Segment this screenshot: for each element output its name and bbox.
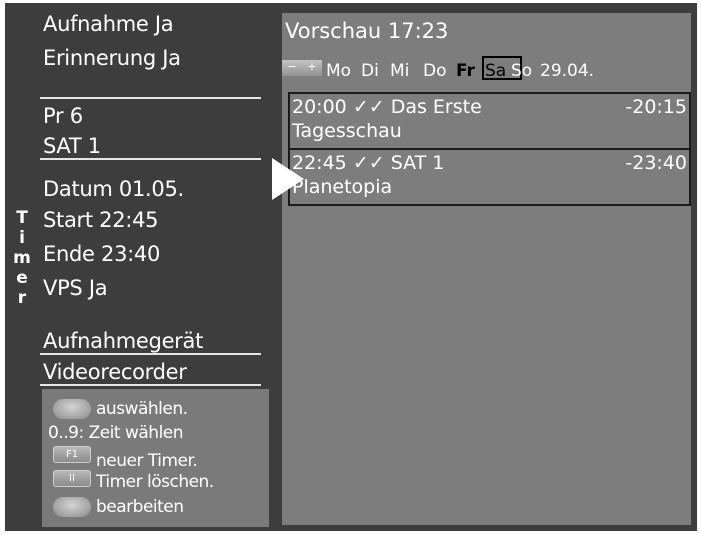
f1-key-icon: F1 — [53, 446, 91, 463]
help-delete-timer: Timer löschen. — [96, 472, 214, 492]
ok-button-icon — [53, 497, 91, 517]
separator — [40, 353, 261, 355]
preview-panel: Vorschau 17:23 − + Mo Di Mi Do Fr Sa So … — [274, 3, 697, 531]
separator — [40, 158, 261, 160]
selection-pointer-icon — [272, 158, 304, 200]
timer-entry[interactable]: 20:00 ✓✓ Das Erste -20:15 Tagesschau — [288, 92, 691, 150]
entry-header: 22:45 ✓✓ SAT 1 — [292, 152, 444, 174]
day-so[interactable]: So — [511, 60, 532, 82]
day-sa[interactable]: Sa — [485, 60, 506, 82]
entry-title: Tagesschau — [292, 120, 402, 142]
recording-setting[interactable]: Aufnahme Ja — [43, 11, 174, 37]
timer-settings-panel: Aufnahme Ja Erinnerung Ja Pr 6 SAT 1 Dat… — [5, 3, 274, 531]
timer-title-letter: m — [13, 248, 31, 268]
minus-key-icon[interactable]: − — [282, 60, 302, 76]
pause-key-icon: II — [53, 470, 91, 487]
day-mi[interactable]: Mi — [390, 60, 409, 82]
timer-title-letter: T — [16, 208, 28, 228]
entry-end-time: -23:40 — [625, 152, 687, 174]
day-do[interactable]: Do — [423, 60, 447, 82]
day-fr[interactable]: Fr — [456, 60, 475, 82]
date-setting[interactable]: Datum 01.05. — [43, 176, 184, 202]
channel-setting[interactable]: SAT 1 — [43, 133, 101, 159]
preview-date: 29.04. — [540, 61, 595, 81]
recording-device-value[interactable]: Videorecorder — [43, 359, 187, 385]
entry-channel: SAT 1 — [390, 152, 445, 174]
entry-check-icon: ✓✓ — [352, 152, 385, 174]
timer-vertical-title: T i m e r — [11, 208, 33, 308]
timer-title-letter: r — [17, 288, 27, 308]
day-di[interactable]: Di — [361, 60, 379, 82]
entry-channel: Das Erste — [390, 96, 482, 118]
preview-area: Vorschau 17:23 − + Mo Di Mi Do Fr Sa So … — [282, 13, 691, 525]
help-time-select: 0..9: Zeit wählen — [48, 423, 184, 443]
entry-check-icon: ✓✓ — [352, 96, 385, 118]
help-new-timer: neuer Timer. — [96, 451, 198, 471]
day-mo[interactable]: Mo — [326, 60, 351, 82]
up-down-arrows-icon — [53, 399, 91, 419]
separator — [40, 97, 261, 99]
vps-setting[interactable]: VPS Ja — [43, 275, 108, 301]
tv-osd-screen: Aufnahme Ja Erinnerung Ja Pr 6 SAT 1 Dat… — [0, 0, 701, 535]
entry-header: 20:00 ✓✓ Das Erste — [292, 96, 482, 118]
reminder-setting[interactable]: Erinnerung Ja — [43, 45, 181, 71]
timer-title-letter: e — [16, 268, 28, 288]
end-time-setting[interactable]: Ende 23:40 — [43, 241, 160, 267]
separator — [40, 384, 261, 386]
help-edit: bearbeiten — [96, 497, 184, 517]
entry-title: Planetopia — [292, 176, 393, 198]
day-selector: − + Mo Di Mi Do Fr Sa So 29.04. — [282, 56, 691, 82]
recording-device-label: Aufnahmegerät — [43, 329, 204, 353]
entry-end-time: -20:15 — [625, 96, 687, 118]
plus-key-icon[interactable]: + — [302, 60, 322, 76]
help-select: auswählen. — [96, 399, 188, 419]
program-number-setting[interactable]: Pr 6 — [43, 103, 83, 129]
help-box: auswählen. 0..9: Zeit wählen F1 neuer Ti… — [42, 389, 269, 527]
start-time-setting[interactable]: Start 22:45 — [43, 207, 159, 233]
preview-title: Vorschau 17:23 — [285, 19, 449, 43]
entry-start-time: 20:00 — [292, 96, 347, 118]
timer-title-letter: i — [19, 228, 25, 248]
timer-entry[interactable]: 22:45 ✓✓ SAT 1 -23:40 Planetopia — [288, 148, 691, 206]
